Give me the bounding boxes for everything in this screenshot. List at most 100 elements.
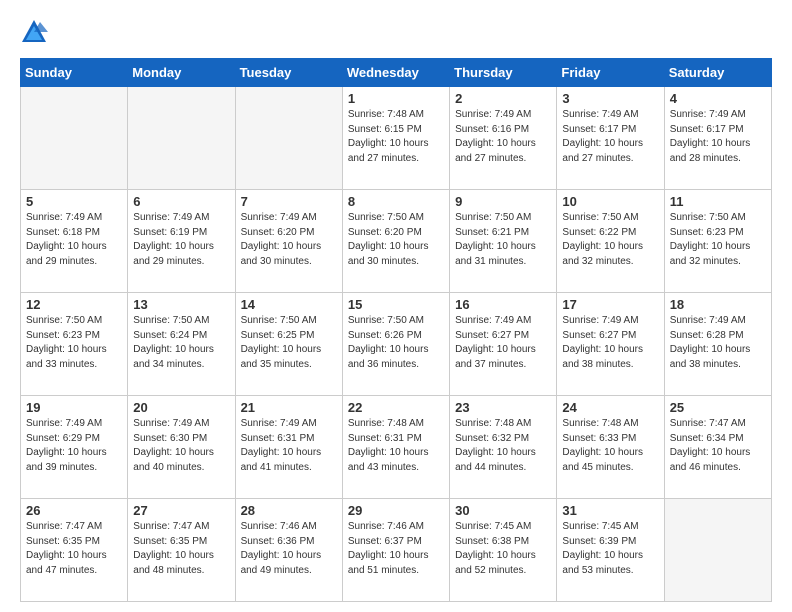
- calendar-cell: [128, 87, 235, 190]
- day-info: Sunrise: 7:49 AM Sunset: 6:17 PM Dayligh…: [670, 108, 766, 166]
- week-row-4: 26 Sunrise: 7:47 AM Sunset: 6:35 PM Dayli…: [21, 499, 772, 602]
- day-number: 17: [562, 297, 658, 312]
- calendar-cell: [664, 499, 771, 602]
- calendar-cell: 25Sunrise: 7:47 AM Sunset: 6:34 PM Dayli…: [664, 396, 771, 499]
- day-info: Sunrise: 7:50 AM Sunset: 6:24 PM Dayligh…: [133, 314, 229, 372]
- calendar-cell: 24 Sunrise: 7:48 AM Sunset: 6:33 PM Dayli…: [557, 396, 664, 499]
- day-number: 13: [133, 297, 229, 312]
- calendar-cell: 3 Sunrise: 7:49 AM Sunset: 6:17 PM Daylig…: [557, 87, 664, 190]
- day-info: Sunrise: 7:49 AM Sunset: 6:19 PM Dayligh…: [133, 211, 229, 269]
- day-number: 6: [133, 194, 229, 209]
- day-info: Sunrise: 7:49 AM Sunset: 6:29 PM Dayligh…: [26, 417, 122, 475]
- calendar-cell: 8 Sunrise: 7:50 AM Sunset: 6:20 PM Daylig…: [342, 190, 449, 293]
- calendar-cell: 18 Sunrise: 7:49 AM Sunset: 6:28 PM Dayli…: [664, 293, 771, 396]
- week-row-3: 19 Sunrise: 7:49 AM Sunset: 6:29 PM Dayli…: [21, 396, 772, 499]
- calendar-cell: 22 Sunrise: 7:48 AM Sunset: 6:31 PM Dayli…: [342, 396, 449, 499]
- calendar-cell: 27 Sunrise: 7:47 AM Sunset: 6:35 PM Dayli…: [128, 499, 235, 602]
- day-info: Sunrise: 7:49 AM Sunset: 6:30 PM Dayligh…: [133, 417, 229, 475]
- day-info: Sunrise: 7:50 AM Sunset: 6:23 PM Dayligh…: [670, 211, 766, 269]
- day-info: Sunrise: 7:45 AM Sunset: 6:39 PM Dayligh…: [562, 520, 658, 578]
- day-info: Sunrise: 7:48 AM Sunset: 6:33 PM Dayligh…: [562, 417, 658, 475]
- day-info: Sunrise: 7:50 AM Sunset: 6:26 PM Dayligh…: [348, 314, 444, 372]
- calendar-cell: 23 Sunrise: 7:48 AM Sunset: 6:32 PM Dayli…: [450, 396, 557, 499]
- calendar-cell: 1Sunrise: 7:48 AM Sunset: 6:15 PM Daylig…: [342, 87, 449, 190]
- week-row-1: 5Sunrise: 7:49 AM Sunset: 6:18 PM Daylig…: [21, 190, 772, 293]
- calendar-cell: 26 Sunrise: 7:47 AM Sunset: 6:35 PM Dayli…: [21, 499, 128, 602]
- day-number: 9: [455, 194, 551, 209]
- weekday-header-friday: Friday: [557, 59, 664, 87]
- logo: [20, 18, 52, 48]
- day-number: 26: [26, 503, 122, 518]
- day-number: 22: [348, 400, 444, 415]
- day-number: 2: [455, 91, 551, 106]
- day-number: 21: [241, 400, 337, 415]
- calendar-cell: 30Sunrise: 7:45 AM Sunset: 6:38 PM Dayli…: [450, 499, 557, 602]
- day-number: 20: [133, 400, 229, 415]
- day-info: Sunrise: 7:49 AM Sunset: 6:17 PM Dayligh…: [562, 108, 658, 166]
- day-info: Sunrise: 7:49 AM Sunset: 6:27 PM Dayligh…: [562, 314, 658, 372]
- weekday-header-monday: Monday: [128, 59, 235, 87]
- day-number: 27: [133, 503, 229, 518]
- day-info: Sunrise: 7:47 AM Sunset: 6:35 PM Dayligh…: [26, 520, 122, 578]
- day-number: 31: [562, 503, 658, 518]
- day-number: 24: [562, 400, 658, 415]
- day-number: 16: [455, 297, 551, 312]
- day-number: 19: [26, 400, 122, 415]
- day-info: Sunrise: 7:48 AM Sunset: 6:31 PM Dayligh…: [348, 417, 444, 475]
- calendar-cell: 31 Sunrise: 7:45 AM Sunset: 6:39 PM Dayli…: [557, 499, 664, 602]
- calendar-cell: 6 Sunrise: 7:49 AM Sunset: 6:19 PM Daylig…: [128, 190, 235, 293]
- day-number: 12: [26, 297, 122, 312]
- day-number: 28: [241, 503, 337, 518]
- weekday-header-tuesday: Tuesday: [235, 59, 342, 87]
- day-info: Sunrise: 7:50 AM Sunset: 6:25 PM Dayligh…: [241, 314, 337, 372]
- day-number: 14: [241, 297, 337, 312]
- calendar-cell: 20 Sunrise: 7:49 AM Sunset: 6:30 PM Dayli…: [128, 396, 235, 499]
- day-number: 15: [348, 297, 444, 312]
- calendar-cell: 21 Sunrise: 7:49 AM Sunset: 6:31 PM Dayli…: [235, 396, 342, 499]
- day-info: Sunrise: 7:50 AM Sunset: 6:23 PM Dayligh…: [26, 314, 122, 372]
- calendar-cell: 28Sunrise: 7:46 AM Sunset: 6:36 PM Dayli…: [235, 499, 342, 602]
- weekday-header-sunday: Sunday: [21, 59, 128, 87]
- day-info: Sunrise: 7:48 AM Sunset: 6:32 PM Dayligh…: [455, 417, 551, 475]
- day-info: Sunrise: 7:46 AM Sunset: 6:37 PM Dayligh…: [348, 520, 444, 578]
- day-info: Sunrise: 7:45 AM Sunset: 6:38 PM Dayligh…: [455, 520, 551, 578]
- calendar-table: SundayMondayTuesdayWednesdayThursdayFrid…: [20, 58, 772, 602]
- day-number: 29: [348, 503, 444, 518]
- day-info: Sunrise: 7:50 AM Sunset: 6:21 PM Dayligh…: [455, 211, 551, 269]
- calendar-cell: [235, 87, 342, 190]
- calendar-cell: 15 Sunrise: 7:50 AM Sunset: 6:26 PM Dayli…: [342, 293, 449, 396]
- day-number: 23: [455, 400, 551, 415]
- calendar-cell: 10Sunrise: 7:50 AM Sunset: 6:22 PM Dayli…: [557, 190, 664, 293]
- calendar-cell: 29 Sunrise: 7:46 AM Sunset: 6:37 PM Dayli…: [342, 499, 449, 602]
- day-number: 4: [670, 91, 766, 106]
- calendar-cell: 16Sunrise: 7:49 AM Sunset: 6:27 PM Dayli…: [450, 293, 557, 396]
- page: SundayMondayTuesdayWednesdayThursdayFrid…: [0, 0, 792, 612]
- day-number: 7: [241, 194, 337, 209]
- day-number: 8: [348, 194, 444, 209]
- calendar-cell: 9 Sunrise: 7:50 AM Sunset: 6:21 PM Daylig…: [450, 190, 557, 293]
- calendar-cell: 12 Sunrise: 7:50 AM Sunset: 6:23 PM Dayli…: [21, 293, 128, 396]
- calendar-cell: 17 Sunrise: 7:49 AM Sunset: 6:27 PM Dayli…: [557, 293, 664, 396]
- day-info: Sunrise: 7:49 AM Sunset: 6:16 PM Dayligh…: [455, 108, 551, 166]
- calendar-cell: 19 Sunrise: 7:49 AM Sunset: 6:29 PM Dayli…: [21, 396, 128, 499]
- day-number: 3: [562, 91, 658, 106]
- calendar-cell: 4 Sunrise: 7:49 AM Sunset: 6:17 PM Daylig…: [664, 87, 771, 190]
- calendar-cell: 13 Sunrise: 7:50 AM Sunset: 6:24 PM Dayli…: [128, 293, 235, 396]
- day-info: Sunrise: 7:50 AM Sunset: 6:20 PM Dayligh…: [348, 211, 444, 269]
- day-number: 10: [562, 194, 658, 209]
- week-row-0: 1Sunrise: 7:48 AM Sunset: 6:15 PM Daylig…: [21, 87, 772, 190]
- day-info: Sunrise: 7:49 AM Sunset: 6:31 PM Dayligh…: [241, 417, 337, 475]
- day-info: Sunrise: 7:49 AM Sunset: 6:18 PM Dayligh…: [26, 211, 122, 269]
- day-info: Sunrise: 7:49 AM Sunset: 6:20 PM Dayligh…: [241, 211, 337, 269]
- weekday-header-row: SundayMondayTuesdayWednesdayThursdayFrid…: [21, 59, 772, 87]
- day-info: Sunrise: 7:47 AM Sunset: 6:35 PM Dayligh…: [133, 520, 229, 578]
- weekday-header-wednesday: Wednesday: [342, 59, 449, 87]
- day-number: 18: [670, 297, 766, 312]
- calendar-cell: 14 Sunrise: 7:50 AM Sunset: 6:25 PM Dayli…: [235, 293, 342, 396]
- calendar-cell: 7 Sunrise: 7:49 AM Sunset: 6:20 PM Daylig…: [235, 190, 342, 293]
- calendar-cell: [21, 87, 128, 190]
- day-info: Sunrise: 7:49 AM Sunset: 6:28 PM Dayligh…: [670, 314, 766, 372]
- calendar-cell: 2 Sunrise: 7:49 AM Sunset: 6:16 PM Daylig…: [450, 87, 557, 190]
- header: [20, 18, 772, 48]
- calendar-cell: 5Sunrise: 7:49 AM Sunset: 6:18 PM Daylig…: [21, 190, 128, 293]
